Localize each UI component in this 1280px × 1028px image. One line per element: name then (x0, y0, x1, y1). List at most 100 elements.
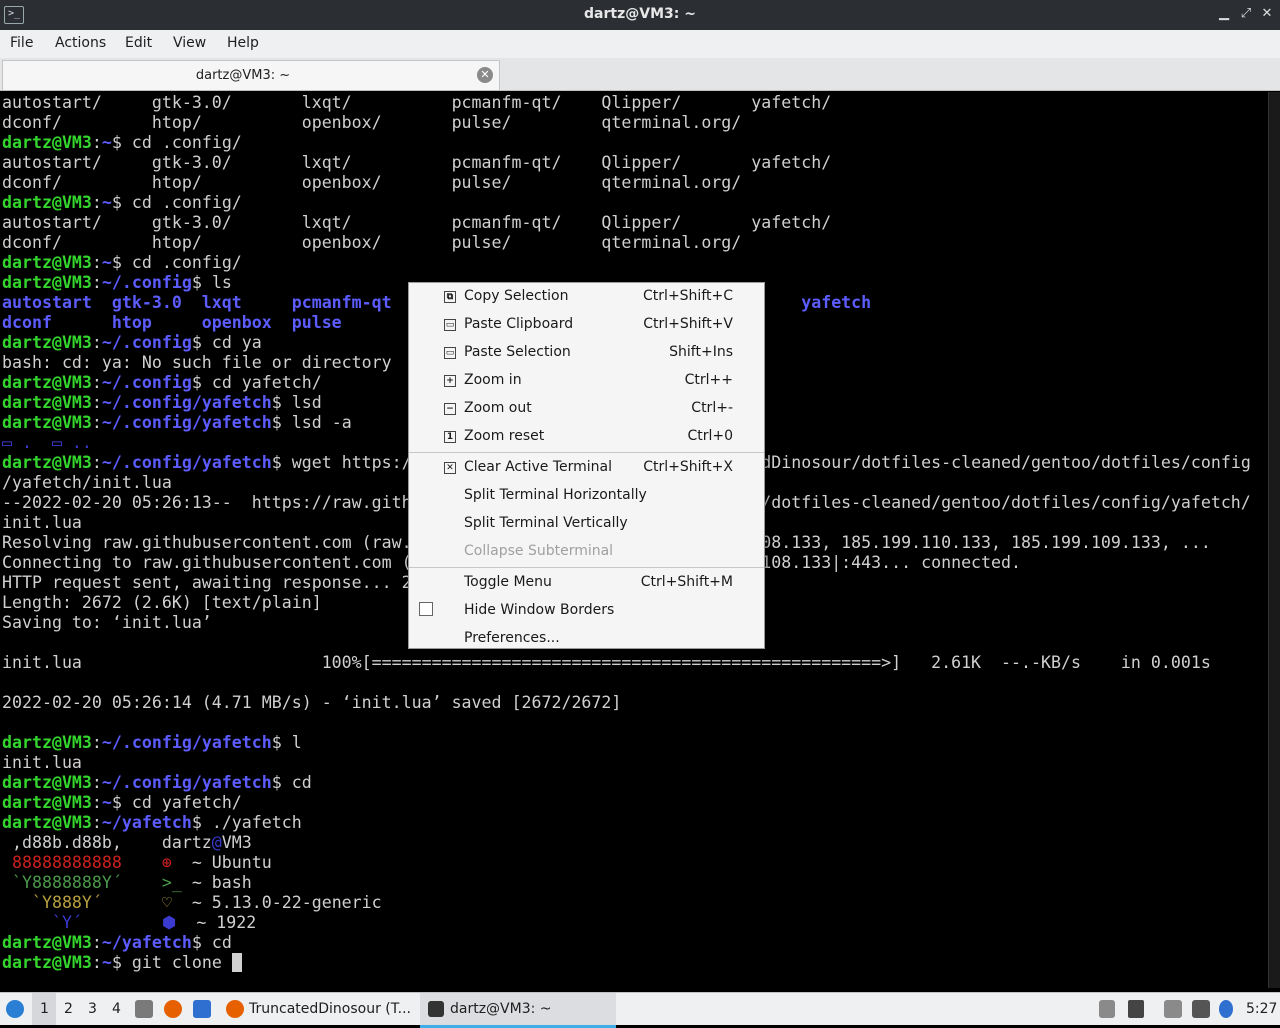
minimize-button[interactable]: ▁ (1216, 6, 1232, 21)
menu-separator (409, 567, 764, 568)
terminal-text: ~/.config (101, 333, 192, 352)
terminal-text: ~ (101, 193, 112, 212)
menu-item-label: Collapse Subterminal (464, 543, 614, 559)
menu-item-shortcut: Ctrl+Shift+M (640, 574, 733, 590)
menu-item-split-terminal-vertically[interactable]: Split Terminal Vertically (409, 510, 764, 536)
terminal-text: dartz@VM3 (2, 773, 92, 792)
terminal-line: Length: 2672 (2.6K) [text/plain] (2, 593, 322, 613)
terminal-line: dartz@VM3:~/.config/yafetch$ l (2, 733, 302, 753)
menu-file[interactable]: File (10, 35, 33, 51)
workspace-3[interactable]: 3 (88, 1001, 97, 1017)
menu-item-shortcut: Ctrl+Shift+C (643, 288, 733, 304)
workspace-4[interactable]: 4 (112, 1001, 121, 1017)
menu-item-paste-selection[interactable]: ▭ Paste Selection Shift+Ins (409, 339, 764, 365)
terminal-text: $ lsd -a (271, 413, 352, 432)
close-window-button[interactable]: ✕ (1259, 6, 1275, 21)
terminal-text: ~/yafetch (101, 813, 192, 832)
terminal-text: $ lsd (271, 393, 322, 412)
zoom-reset-icon: 1 (444, 431, 456, 443)
terminal-text: Saving to: ‘init.lua’ (2, 613, 212, 632)
terminal-cursor (231, 953, 242, 972)
menu-item-label: Preferences... (464, 630, 560, 646)
menu-item-zoom-in[interactable]: + Zoom in Ctrl++ (409, 367, 764, 393)
start-menu-icon[interactable] (6, 1000, 24, 1018)
terminal-line: 2022-02-20 05:26:14 (4.71 MB/s) - ‘init.… (2, 693, 621, 713)
menu-view[interactable]: View (173, 35, 206, 51)
menu-item-split-terminal-horizontally[interactable]: Split Terminal Horizontally (409, 482, 764, 508)
menu-separator (409, 452, 764, 453)
task-firefox[interactable]: TruncatedDinosour (T... (249, 1001, 411, 1017)
menu-item-zoom-out[interactable]: − Zoom out Ctrl+- (409, 395, 764, 421)
keyboard-layout-icon[interactable] (1099, 1000, 1115, 1018)
terminal-text: : (91, 413, 102, 432)
terminal-text: ~ (101, 253, 112, 272)
window-titlebar[interactable]: >_ dartz@VM3: ~ ▁ ⤢ ✕ (0, 0, 1280, 30)
terminal-text: init.lua (2, 513, 82, 532)
firefox-icon[interactable] (164, 1000, 182, 1018)
hide-borders-checkbox[interactable] (419, 602, 433, 616)
menu-item-copy-selection[interactable]: ⧉ Copy Selection Ctrl+Shift+C (409, 283, 764, 309)
terminal-text: dartz@VM3 (2, 733, 92, 752)
terminal-text: bash: cd: ya: No such file or directory (2, 353, 392, 372)
menu-edit[interactable]: Edit (125, 35, 152, 51)
menu-item-toggle-menu[interactable]: Toggle Menu Ctrl+Shift+M (409, 569, 764, 595)
tab-terminal[interactable]: dartz@VM3: ~ ✕ (2, 60, 500, 90)
terminal-text: HTTP request sent, awaiting response... … (2, 573, 462, 592)
menu-item-label: Clear Active Terminal (464, 459, 612, 475)
terminal-text: ~/.config (101, 373, 192, 392)
terminal-line: dconf/ htop/ openbox/ pulse/ qterminal.o… (2, 173, 741, 193)
terminal-text: dconf/ htop/ openbox/ pulse/ qterminal.o… (2, 113, 742, 132)
terminal-scrollbar[interactable] (1268, 92, 1280, 988)
terminal-text: ~/.config/yafetch (101, 413, 272, 432)
menu-item-hide-window-borders[interactable]: Hide Window Borders (409, 597, 764, 623)
close-tab-icon[interactable]: ✕ (477, 67, 493, 83)
terminal-text: 2022-02-20 05:26:14 (4.71 MB/s) - ‘init.… (2, 693, 622, 712)
maximize-button[interactable]: ⤢ (1238, 6, 1254, 21)
menu-actions[interactable]: Actions (55, 35, 106, 51)
terminal-text: $ cd ya (191, 333, 262, 352)
terminal-text: : (91, 273, 102, 292)
menu-item-label: Zoom reset (464, 428, 545, 444)
terminal-text: dartz@VM3 (2, 393, 92, 412)
tab-title: dartz@VM3: ~ (195, 68, 291, 83)
terminal-text: autostart/ gtk-3.0/ lxqt/ pcmanfm-qt/ Ql… (2, 93, 832, 112)
menu-item-label: Zoom out (464, 400, 532, 416)
terminal-line: dartz@VM3:~/.config/yafetch$ lsd -a (2, 413, 352, 433)
desktop-icon[interactable] (193, 1000, 211, 1018)
terminal-line: dconf/ htop/ openbox/ pulse/ qterminal.o… (2, 113, 741, 133)
terminal-line: ▭ . ▭ .. (2, 433, 92, 453)
clock[interactable]: 5:27 (1246, 1001, 1277, 1017)
display-icon[interactable] (1192, 1000, 1210, 1018)
workspace-2[interactable]: 2 (64, 1001, 73, 1017)
paste-icon: ▭ (444, 347, 456, 359)
clipboard-icon[interactable] (1164, 1000, 1182, 1018)
terminal-line: `Y8888888Y´ >_ ~ bash (2, 873, 252, 893)
task-terminal[interactable]: dartz@VM3: ~ (450, 1001, 552, 1017)
terminal-text: : (91, 793, 102, 812)
workspace-1[interactable]: 1 (40, 1001, 49, 1017)
terminal-text: dartz@VM3 (2, 333, 92, 352)
file-manager-icon[interactable] (135, 1000, 153, 1018)
terminal-text: ~/.config/yafetch (101, 773, 272, 792)
terminal-text: : (91, 953, 102, 972)
menu-item-paste-clipboard[interactable]: ▭ Paste Clipboard Ctrl+Shift+V (409, 311, 764, 337)
menu-item-zoom-reset[interactable]: 1 Zoom reset Ctrl+0 (409, 423, 764, 449)
menu-bar: File Actions Edit View Help (0, 30, 1280, 59)
menu-item-shortcut: Ctrl+- (691, 400, 733, 416)
terminal-text: : (91, 393, 102, 412)
terminal-text: ~/yafetch (101, 933, 192, 952)
terminal-text: dartz@VM3 (2, 373, 92, 392)
terminal-line: dartz@VM3:~$ cd yafetch/ (2, 793, 242, 813)
terminal-line: dconf/ htop/ openbox/ pulse/ qterminal.o… (2, 233, 741, 253)
terminal-text: : (91, 733, 102, 752)
terminal-text: dartz@VM3 (2, 813, 92, 832)
terminal-line: autostart/ gtk-3.0/ lxqt/ pcmanfm-qt/ Ql… (2, 93, 831, 113)
terminal-line: ,d88b.d88b, dartz@VM3 (2, 833, 252, 853)
menu-help[interactable]: Help (227, 35, 259, 51)
terminal-line: dartz@VM3:~/.config$ ls (2, 273, 232, 293)
volume-icon[interactable] (1128, 1000, 1144, 1018)
menu-item-preferences[interactable]: Preferences... (409, 625, 764, 651)
terminal-line: HTTP request sent, awaiting response... … (2, 573, 462, 593)
notification-icon[interactable] (1219, 1000, 1233, 1018)
menu-item-clear-active-terminal[interactable]: ✕ Clear Active Terminal Ctrl+Shift+X (409, 454, 764, 480)
